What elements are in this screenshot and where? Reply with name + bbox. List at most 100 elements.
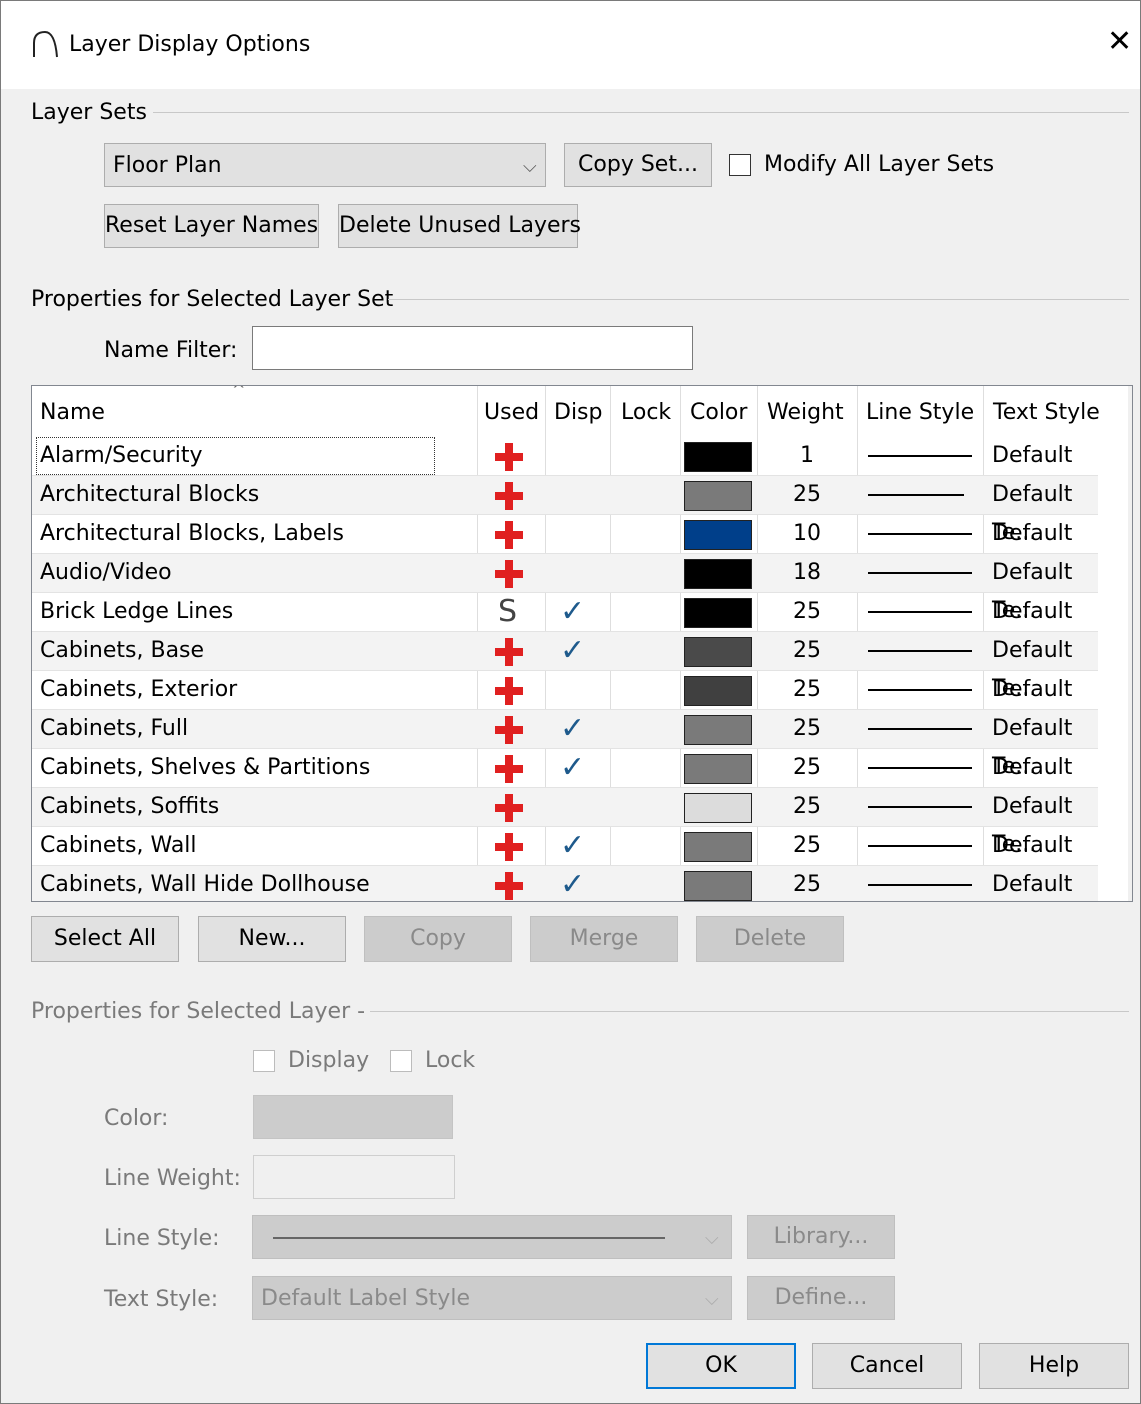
used-plus-icon[interactable] <box>495 560 523 588</box>
table-row[interactable]: Cabinets, Shelves & Partitions ✓ 25 Default… <box>32 749 1098 818</box>
used-plus-icon[interactable] <box>495 443 523 471</box>
table-row[interactable]: Brick Ledge Lines S ✓ 25 Default Te... <box>32 593 1098 662</box>
table-row[interactable]: Architectural Blocks 25 Default Te... <box>32 476 1098 545</box>
display-check-icon[interactable]: ✓ <box>560 869 585 901</box>
lock-checkbox[interactable] <box>390 1050 412 1072</box>
layer-text-style-cell[interactable]: Default Te... <box>992 593 1098 662</box>
line-style-preview[interactable] <box>868 611 972 613</box>
column-header-color[interactable]: Color <box>690 400 747 425</box>
layer-weight-cell[interactable]: 1 <box>757 437 857 475</box>
delete-layer-button[interactable]: Delete <box>696 916 844 962</box>
column-header-weight[interactable]: Weight <box>767 400 844 425</box>
copy-set-button[interactable]: Copy Set... <box>564 143 712 187</box>
layer-color-swatch[interactable] <box>684 598 752 628</box>
layer-text-style-cell[interactable]: Default Te... <box>992 671 1098 740</box>
reset-layer-names-button[interactable]: Reset Layer Names <box>104 204 319 248</box>
line-style-dropdown[interactable]: ⌵ <box>252 1215 732 1259</box>
define-button[interactable]: Define... <box>747 1276 895 1320</box>
line-style-preview[interactable] <box>868 806 972 808</box>
line-style-preview[interactable] <box>868 845 972 847</box>
text-style-dropdown[interactable]: Default Label Style ⌵ <box>252 1276 732 1320</box>
layer-text-style-cell[interactable]: Default Te... <box>992 710 1098 779</box>
modify-all-layer-sets-checkbox[interactable] <box>729 154 751 176</box>
close-icon[interactable]: ✕ <box>1107 27 1132 57</box>
layer-color-swatch[interactable] <box>684 559 752 589</box>
layer-color-swatch[interactable] <box>684 481 752 511</box>
used-plus-icon[interactable] <box>495 833 523 861</box>
layer-weight-cell[interactable]: 25 <box>757 476 857 514</box>
table-row[interactable]: Audio/Video 18 Default Te... <box>32 554 1098 623</box>
table-row[interactable]: Alarm/Security 1 Default Te... <box>32 437 1098 506</box>
layer-weight-cell[interactable]: 10 <box>757 515 857 553</box>
line-style-preview[interactable] <box>868 572 972 574</box>
help-button[interactable]: Help <box>979 1343 1129 1389</box>
line-style-preview[interactable] <box>868 650 972 652</box>
layer-color-swatch[interactable] <box>684 871 752 901</box>
display-check-icon[interactable]: ✓ <box>560 635 585 667</box>
line-style-preview[interactable] <box>868 689 972 691</box>
layer-color-swatch[interactable] <box>684 754 752 784</box>
table-row[interactable]: Cabinets, Wall ✓ 25 Default Te... <box>32 827 1098 896</box>
layer-weight-cell[interactable]: 25 <box>757 710 857 748</box>
used-plus-icon[interactable] <box>495 872 523 900</box>
name-filter-input[interactable] <box>252 326 693 370</box>
used-plus-icon[interactable] <box>495 677 523 705</box>
layer-color-swatch[interactable] <box>684 676 752 706</box>
layer-text-style-cell[interactable]: Default Te... <box>992 437 1098 506</box>
layer-weight-cell[interactable]: 25 <box>757 827 857 865</box>
scrollbar-thumb[interactable] <box>1132 423 1133 457</box>
line-style-preview[interactable] <box>868 455 972 457</box>
layer-text-style-cell[interactable]: Default Te... <box>992 866 1098 901</box>
table-row[interactable]: Cabinets, Exterior 25 Default Te... <box>32 671 1098 740</box>
table-row[interactable]: Cabinets, Base ✓ 25 Default Te... <box>32 632 1098 701</box>
line-style-preview[interactable] <box>868 884 972 886</box>
layer-text-style-cell[interactable]: Default Te... <box>992 554 1098 623</box>
line-style-preview[interactable] <box>868 494 964 496</box>
used-plus-icon[interactable] <box>495 716 523 744</box>
line-weight-input[interactable] <box>253 1155 455 1199</box>
display-check-icon[interactable]: ✓ <box>560 830 585 862</box>
layer-text-style-cell[interactable]: Default Te... <box>992 632 1098 701</box>
layer-set-dropdown[interactable]: Floor Plan ⌵ <box>104 143 546 187</box>
layer-weight-cell[interactable]: 25 <box>757 866 857 901</box>
used-plus-icon[interactable] <box>495 794 523 822</box>
layer-text-style-cell[interactable]: Default Te... <box>992 827 1098 896</box>
merge-layer-button[interactable]: Merge <box>530 916 678 962</box>
color-picker-button[interactable] <box>253 1095 453 1139</box>
layer-text-style-cell[interactable]: Default Te... <box>992 476 1098 545</box>
used-plus-icon[interactable] <box>495 638 523 666</box>
layer-text-style-cell[interactable]: Default Te... <box>992 788 1098 857</box>
layer-weight-cell[interactable]: 25 <box>757 671 857 709</box>
vertical-scrollbar[interactable]: ▲ ▼ <box>1128 386 1133 901</box>
ok-button[interactable]: OK <box>646 1343 796 1389</box>
display-check-icon[interactable]: ✓ <box>560 596 585 628</box>
used-plus-icon[interactable] <box>495 521 523 549</box>
column-header-disp[interactable]: Disp <box>554 400 602 425</box>
used-plus-icon[interactable] <box>495 482 523 510</box>
used-plus-icon[interactable] <box>495 755 523 783</box>
layer-weight-cell[interactable]: 25 <box>757 593 857 631</box>
layer-weight-cell[interactable]: 25 <box>757 632 857 670</box>
layer-color-swatch[interactable] <box>684 520 752 550</box>
table-row[interactable]: Cabinets, Soffits 25 Default Te... <box>32 788 1098 857</box>
new-layer-button[interactable]: New... <box>198 916 346 962</box>
table-row[interactable]: Cabinets, Wall Hide Dollhouse ✓ 25 Default … <box>32 866 1098 901</box>
select-all-button[interactable]: Select All <box>31 916 179 962</box>
line-style-preview[interactable] <box>868 728 972 730</box>
table-row[interactable]: Cabinets, Full ✓ 25 Default Te... <box>32 710 1098 779</box>
layer-color-swatch[interactable] <box>684 715 752 745</box>
line-style-preview[interactable] <box>868 533 972 535</box>
layer-color-swatch[interactable] <box>684 637 752 667</box>
display-check-icon[interactable]: ✓ <box>560 713 585 745</box>
layer-weight-cell[interactable]: 25 <box>757 749 857 787</box>
layer-text-style-cell[interactable]: Default Te... <box>992 749 1098 818</box>
column-header-lock[interactable]: Lock <box>621 400 671 425</box>
line-style-preview[interactable] <box>868 767 972 769</box>
display-checkbox[interactable] <box>253 1050 275 1072</box>
layer-color-swatch[interactable] <box>684 832 752 862</box>
column-header-name[interactable]: Name <box>40 400 105 425</box>
column-header-line-style[interactable]: Line Style <box>866 400 974 425</box>
layer-text-style-cell[interactable]: Default ... <box>992 515 1098 584</box>
copy-layer-button[interactable]: Copy <box>364 916 512 962</box>
delete-unused-layers-button[interactable]: Delete Unused Layers <box>338 204 581 248</box>
